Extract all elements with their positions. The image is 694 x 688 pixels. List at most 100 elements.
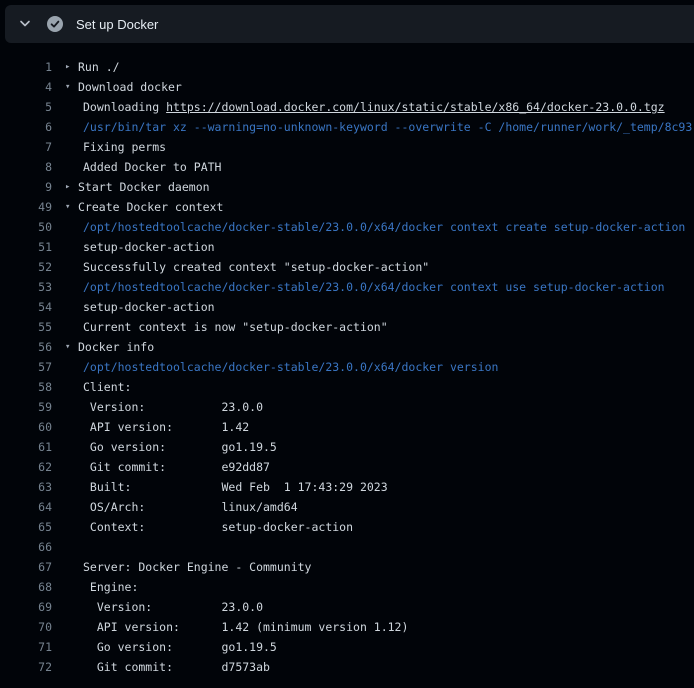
command-text: /opt/hostedtoolcache/docker-stable/23.0.… [83,277,665,297]
line-number[interactable]: 56 [0,337,52,357]
log-line: 52 Successfully created context "setup-do… [0,257,694,277]
log-line: 71 Go version: go1.19.5 [0,637,694,657]
group-label[interactable]: Create Docker context [78,197,223,217]
line-number[interactable]: 9 [0,177,52,197]
line-number[interactable]: 1 [0,57,52,77]
line-number[interactable]: 63 [0,477,52,497]
caret-down-icon[interactable]: ▾ [65,197,78,217]
log-line: 70 API version: 1.42 (minimum version 1.… [0,617,694,637]
line-number[interactable]: 49 [0,197,52,217]
log-line: 65 Context: setup-docker-action [0,517,694,537]
line-number[interactable]: 57 [0,357,52,377]
log-text: Git commit: e92dd87 [83,457,270,477]
log-container: 1▸Run ./4▾Download docker5Downloading ht… [0,43,694,677]
log-line: 55 Current context is now "setup-docker-a… [0,317,694,337]
log-text: Client: [83,377,131,397]
line-number[interactable]: 60 [0,417,52,437]
log-text: setup-docker-action [83,297,215,317]
line-number[interactable]: 64 [0,497,52,517]
log-line: 60 API version: 1.42 [0,417,694,437]
caret-right-icon[interactable]: ▸ [65,57,78,77]
line-number[interactable]: 58 [0,377,52,397]
log-line: 54 setup-docker-action [0,297,694,317]
log-line: 50/opt/hostedtoolcache/docker-stable/23.… [0,217,694,237]
log-line: 51 setup-docker-action [0,237,694,257]
line-number[interactable]: 52 [0,257,52,277]
line-number[interactable]: 66 [0,537,52,557]
log-text: Server: Docker Engine - Community [83,557,311,577]
log-line: 64 OS/Arch: linux/amd64 [0,497,694,517]
chevron-down-icon[interactable] [19,20,31,28]
line-number[interactable]: 53 [0,277,52,297]
command-text: /usr/bin/tar xz --warning=no-unknown-key… [83,117,692,137]
log-text: Version: 23.0.0 [83,397,263,417]
log-text: Go version: go1.19.5 [83,637,277,657]
log-text: Built: Wed Feb 1 17:43:29 2023 [83,477,388,497]
group-label[interactable]: Start Docker daemon [78,177,210,197]
line-number[interactable]: 5 [0,97,52,117]
caret-down-icon[interactable]: ▾ [65,77,78,97]
log-line[interactable]: 4 ▾Download docker [0,77,694,97]
line-number[interactable]: 67 [0,557,52,577]
log-line[interactable]: 56 ▾Docker info [0,337,694,357]
line-number[interactable]: 4 [0,77,52,97]
log-line: 58 Client: [0,377,694,397]
log-line: 63 Built: Wed Feb 1 17:43:29 2023 [0,477,694,497]
log-text: Go version: go1.19.5 [83,437,277,457]
log-line: 68 Engine: [0,577,694,597]
line-number[interactable]: 62 [0,457,52,477]
log-line: 6/usr/bin/tar xz --warning=no-unknown-ke… [0,117,694,137]
log-text: API version: 1.42 (minimum version 1.12) [83,617,408,637]
log-line: 69 Version: 23.0.0 [0,597,694,617]
log-line: 62 Git commit: e92dd87 [0,457,694,477]
line-number[interactable]: 69 [0,597,52,617]
step-title: Set up Docker [76,17,158,32]
line-number[interactable]: 50 [0,217,52,237]
line-number[interactable]: 65 [0,517,52,537]
log-text: Engine: [83,577,138,597]
log-text: Version: 23.0.0 [83,597,263,617]
line-number[interactable]: 71 [0,637,52,657]
log-line: 59 Version: 23.0.0 [0,397,694,417]
log-line: 67 Server: Docker Engine - Community [0,557,694,577]
line-number[interactable]: 59 [0,397,52,417]
log-line: 7 Fixing perms [0,137,694,157]
check-circle-icon [47,16,63,32]
log-line[interactable]: 1 ▸Run ./ [0,57,694,77]
log-text: setup-docker-action [83,237,215,257]
line-number[interactable]: 51 [0,237,52,257]
log-line: 66 [0,537,694,557]
log-text: Fixing perms [83,137,166,157]
log-text: OS/Arch: linux/amd64 [83,497,298,517]
command-text: /opt/hostedtoolcache/docker-stable/23.0.… [83,357,498,377]
log-text: Downloading https://download.docker.com/… [83,97,665,117]
log-text-prefix: Downloading [83,100,166,114]
line-number[interactable]: 55 [0,317,52,337]
log-text: Added Docker to PATH [83,157,221,177]
line-number[interactable]: 7 [0,137,52,157]
line-number[interactable]: 6 [0,117,52,137]
log-line: 53/opt/hostedtoolcache/docker-stable/23.… [0,277,694,297]
log-text: API version: 1.42 [83,417,249,437]
log-link[interactable]: https://download.docker.com/linux/static… [166,100,665,114]
log-line: 5 Downloading https://download.docker.com… [0,97,694,117]
group-label[interactable]: Run ./ [78,57,120,77]
caret-right-icon[interactable]: ▸ [65,177,78,197]
log-line: 57/opt/hostedtoolcache/docker-stable/23.… [0,357,694,377]
log-line[interactable]: 9 ▸Start Docker daemon [0,177,694,197]
group-label[interactable]: Docker info [78,337,154,357]
log-line[interactable]: 49 ▾Create Docker context [0,197,694,217]
line-number[interactable]: 68 [0,577,52,597]
line-number[interactable]: 8 [0,157,52,177]
line-number[interactable]: 72 [0,657,52,677]
log-line: 61 Go version: go1.19.5 [0,437,694,457]
line-number[interactable]: 54 [0,297,52,317]
log-text: Successfully created context "setup-dock… [83,257,429,277]
log-line: 8 Added Docker to PATH [0,157,694,177]
log-text: Current context is now "setup-docker-act… [83,317,388,337]
caret-down-icon[interactable]: ▾ [65,337,78,357]
step-header[interactable]: Set up Docker [5,5,694,43]
group-label[interactable]: Download docker [78,77,182,97]
line-number[interactable]: 61 [0,437,52,457]
line-number[interactable]: 70 [0,617,52,637]
